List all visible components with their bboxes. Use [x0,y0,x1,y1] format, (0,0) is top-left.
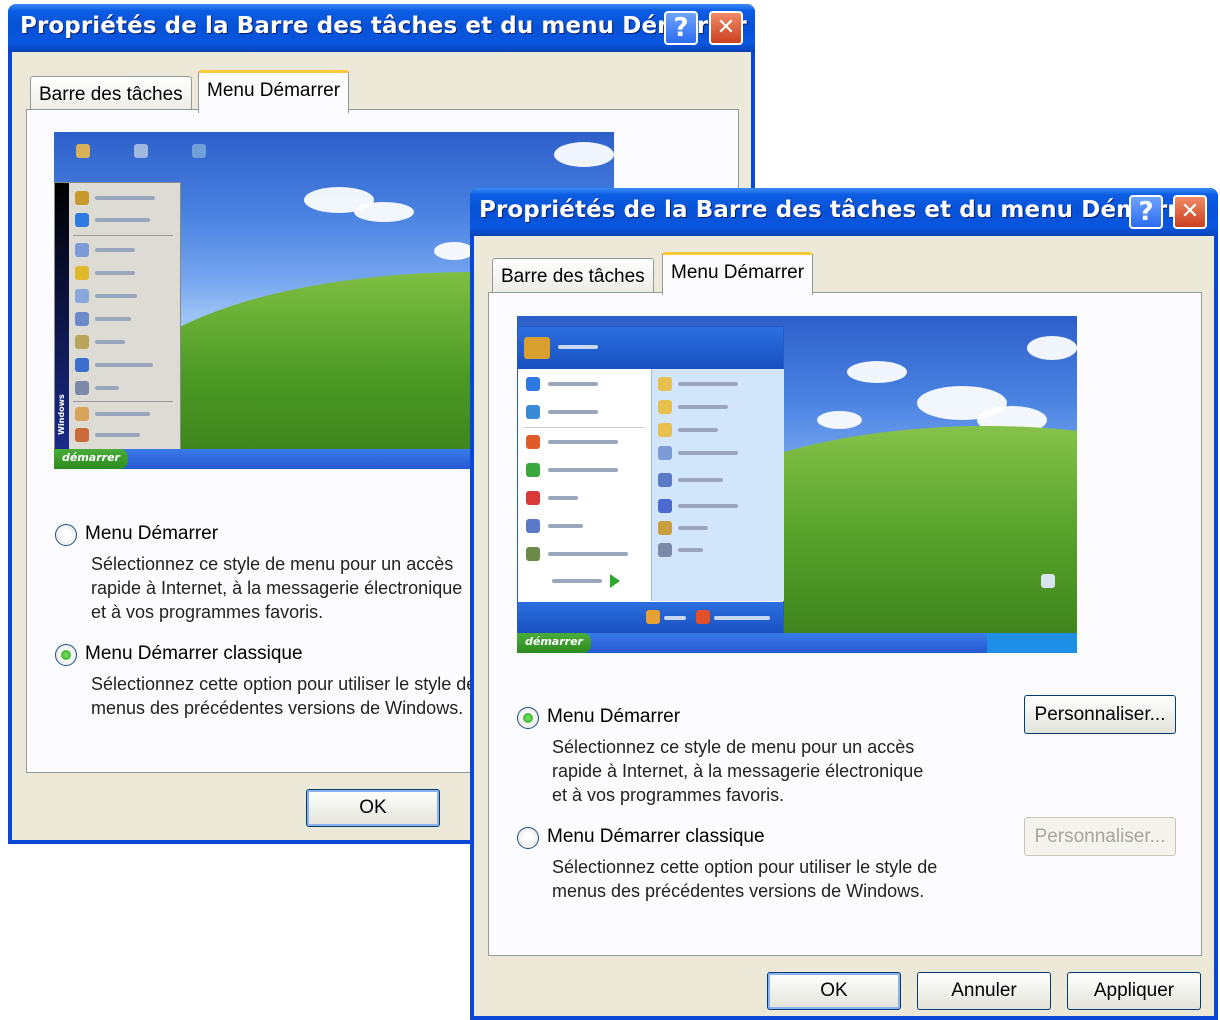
help-icon: ? [673,13,689,43]
button-label: OK [359,797,387,818]
back-close-button[interactable]: ✕ [709,11,743,45]
classic-start-menu: Windows [54,182,181,450]
front-close-button[interactable]: ✕ [1173,195,1207,229]
shutdown-icon [696,610,710,624]
xp-menu-footer [518,602,783,634]
front-option-start-menu-label: Menu Démarrer [547,706,681,727]
recycle-bin-icon [1041,574,1055,588]
back-help-button[interactable]: ? [664,11,698,45]
desktop-icon [134,144,148,158]
tab-label: Barre des tâches [501,266,645,287]
front-ok-button[interactable]: OK [767,972,901,1010]
front-option-classic-label: Menu Démarrer classique [547,826,765,847]
back-tab-taskbar[interactable]: Barre des tâches [30,76,192,112]
logoff-icon [646,610,660,624]
back-title-bar[interactable]: Propriétés de la Barre des tâches et du … [8,4,755,52]
back-window-title: Propriétés de la Barre des tâches et du … [20,13,747,39]
button-label: Annuler [951,980,1017,1001]
desc-line: Sélectionnez ce style de menu pour un ac… [91,554,454,574]
button-label: Appliquer [1093,980,1175,1001]
xp-start-menu [517,326,784,635]
tab-label: Menu Démarrer [207,80,341,101]
front-dialog-window: Propriétés de la Barre des tâches et du … [470,188,1218,1020]
back-option-start-menu-label: Menu Démarrer [85,523,219,544]
back-tab-start-menu[interactable]: Menu Démarrer [198,70,350,113]
close-icon: ✕ [1180,199,1200,224]
back-radio-start-menu[interactable] [55,524,77,546]
front-apply-button[interactable]: Appliquer [1067,972,1201,1010]
front-help-button[interactable]: ? [1129,195,1163,229]
front-window-title: Propriétés de la Barre des tâches et du … [479,197,1206,223]
back-option-classic-desc: Sélectionnez cette option pour utiliser … [91,672,491,720]
tab-label: Barre des tâches [39,84,183,105]
front-start-menu-preview: démarrer [517,316,1077,653]
button-label: Personnaliser... [1034,704,1166,725]
front-option-classic-desc: Sélectionnez cette option pour utiliser … [552,855,937,903]
front-tab-start-menu[interactable]: Menu Démarrer [662,252,814,295]
desc-line: Sélectionnez cette option pour utiliser … [91,674,477,694]
back-option-start-menu-desc: Sélectionnez ce style de menu pour un ac… [91,552,491,624]
back-ok-button[interactable]: OK [306,789,440,827]
tab-label: Menu Démarrer [671,262,805,283]
radio-selected-dot [523,713,533,723]
close-icon: ✕ [716,15,736,40]
front-tab-taskbar[interactable]: Barre des tâches [492,258,654,294]
preview-start-button: démarrer [517,633,591,653]
desktop-icon [192,144,206,158]
front-tab-panel: démarrer Menu Démarrer Sélectionnez ce s… [488,292,1202,956]
button-label: OK [820,980,848,1001]
desc-line: rapide à Internet, à la messagerie élect… [91,578,463,598]
desc-line: et à vos programmes favoris. [91,602,324,622]
desc-line: menus des précédentes versions de Window… [552,881,925,901]
preview-taskbar: démarrer [517,633,1077,653]
help-icon: ? [1138,197,1154,227]
all-programs-arrow-icon [610,574,620,588]
back-radio-classic-menu[interactable] [55,644,77,666]
desc-line: menus des précédentes versions de Window… [91,698,464,718]
button-label: Personnaliser... [1034,826,1166,847]
front-option-start-menu-desc: Sélectionnez ce style de menu pour un ac… [552,735,923,807]
back-option-classic-label: Menu Démarrer classique [85,643,303,664]
front-title-bar[interactable]: Propriétés de la Barre des tâches et du … [470,188,1218,236]
front-cancel-button[interactable]: Annuler [917,972,1051,1010]
desktop-icon [76,144,90,158]
front-radio-start-menu[interactable] [517,707,539,729]
desc-line: rapide à Internet, à la messagerie élect… [552,761,924,781]
front-customize-classic-button: Personnaliser... [1024,817,1176,856]
front-customize-start-menu-button[interactable]: Personnaliser... [1024,695,1176,734]
desc-line: et à vos programmes favoris. [552,785,785,805]
classic-menu-sidebar: Windows [55,183,69,449]
front-radio-classic-menu[interactable] [517,827,539,849]
desc-line: Sélectionnez ce style de menu pour un ac… [552,737,915,757]
desc-line: Sélectionnez cette option pour utiliser … [552,857,938,877]
xp-menu-header [518,327,783,369]
user-avatar [524,337,550,359]
windows-side-label: Windows [56,394,66,435]
preview-system-tray [987,633,1077,653]
preview-start-button: démarrer [54,449,128,469]
radio-selected-dot [61,650,71,660]
